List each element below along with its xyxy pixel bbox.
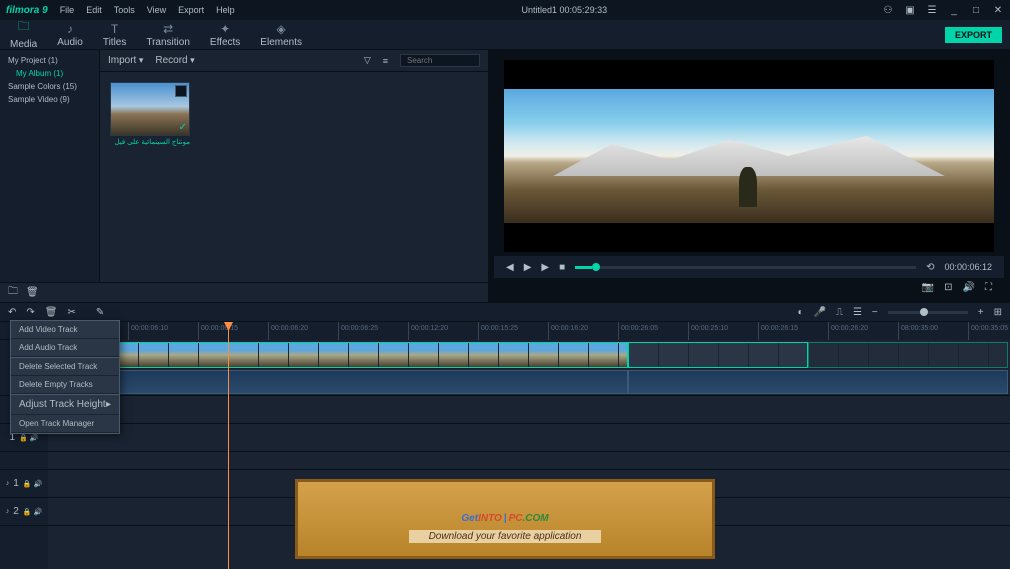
sidebar-item-colors[interactable]: Sample Colors (15)	[4, 80, 95, 93]
audio-track-1[interactable]	[48, 424, 1010, 452]
play-button[interactable]: ▶	[524, 262, 532, 273]
tab-effects[interactable]: ✦Effects	[200, 20, 250, 50]
media-sidebar: My Project (1) My Album (1) Sample Color…	[0, 50, 100, 282]
render-icon[interactable]: ☰	[853, 307, 862, 318]
watermark-overlay: GetINTO|PC.COM Download your favorite ap…	[295, 479, 715, 559]
next-frame-button[interactable]: ▶	[541, 262, 549, 273]
track-header-music1[interactable]: ♪ 1 🔒 🔊	[0, 470, 48, 498]
menu-file[interactable]: File	[60, 5, 75, 15]
import-button[interactable]: Import ▾	[108, 55, 143, 66]
watermark-subtitle: Download your favorite application	[409, 530, 602, 543]
search-input[interactable]	[400, 54, 480, 67]
transition-icon: ⇄	[163, 22, 173, 36]
filter-icon[interactable]: ▽	[364, 55, 371, 66]
menu-help[interactable]: Help	[216, 5, 235, 15]
checkmark-icon: ✓	[179, 122, 187, 133]
ctx-add-video-track[interactable]: Add Video Track	[11, 321, 119, 339]
media-panel: Import ▾ Record ▾ ▽ ≡ ✓ مونتاج السينمائي…	[100, 50, 488, 282]
undo-button[interactable]: ↶	[8, 307, 16, 318]
maximize-icon[interactable]: □	[970, 4, 982, 16]
time-ruler[interactable]: 00:00:03:05 00:00:06:10 00:00:06:15 00:0…	[48, 322, 1010, 340]
stop-button[interactable]: ■	[559, 262, 565, 273]
elements-icon: ◈	[277, 22, 286, 36]
video-clip-1[interactable]	[48, 342, 628, 368]
video-track-2[interactable]	[48, 396, 1010, 424]
zoom-fit-button[interactable]: ⊞	[994, 307, 1002, 318]
audio-wave-2[interactable]	[628, 370, 1008, 394]
tab-titles[interactable]: TTitles	[93, 20, 137, 50]
ctx-delete-empty[interactable]: Delete Empty Tracks	[11, 376, 119, 394]
tab-audio[interactable]: ♪Audio	[47, 20, 93, 50]
preview-scrubber[interactable]	[575, 266, 916, 269]
tab-elements[interactable]: ◈Elements	[250, 20, 312, 50]
zoom-out-button[interactable]: −	[872, 307, 878, 318]
ctx-add-audio-track[interactable]: Add Audio Track	[11, 339, 119, 357]
prev-frame-button[interactable]: ◀	[506, 262, 514, 273]
new-folder-icon[interactable]: 🗀	[8, 284, 18, 301]
playhead[interactable]	[228, 322, 229, 569]
menu-tools[interactable]: Tools	[114, 5, 135, 15]
track-header-spacer	[0, 452, 48, 470]
ctx-delete-selected[interactable]: Delete Selected Track	[11, 358, 119, 376]
record-button[interactable]: Record ▾	[155, 55, 194, 66]
menu-edit[interactable]: Edit	[86, 5, 102, 15]
mic-icon[interactable]: 🎤	[814, 307, 826, 318]
titlebar: filmora 9 File Edit Tools View Export He…	[0, 0, 1010, 20]
video-clip-2[interactable]	[628, 342, 808, 368]
tab-media[interactable]: 🗀Media	[0, 15, 47, 54]
marker-icon[interactable]: ◐	[797, 307, 803, 318]
redo-button[interactable]: ↷	[26, 307, 34, 318]
timeline-toolbar: ↶ ↷ 🗑 ✂ ✎ ◐ 🎤 ⎍ ☰ − + ⊞	[0, 302, 1010, 322]
mixer-icon[interactable]: ⎍	[836, 307, 843, 318]
sidebar-item-video[interactable]: Sample Video (9)	[4, 93, 95, 106]
edit-button[interactable]: ✎	[96, 307, 104, 318]
split-button[interactable]: ✂	[67, 307, 75, 318]
zoom-in-button[interactable]: +	[978, 307, 984, 318]
preview-panel: ◀ ▶ ▶ ■ ⟲ 00:00:06:12 📷 ⊡ 🔊 ⛶	[488, 50, 1010, 302]
minimize-icon[interactable]: _	[948, 4, 960, 16]
music-icon: ♪	[67, 22, 73, 36]
quality-icon[interactable]: ⊡	[944, 282, 952, 293]
menu-view[interactable]: View	[147, 5, 166, 15]
sidebar-item-album[interactable]: My Album (1)	[4, 67, 95, 80]
media-thumbnail[interactable]: ✓	[110, 82, 190, 136]
folder-icon: 🗀	[18, 17, 30, 38]
video-clip-3[interactable]	[808, 342, 1008, 368]
export-button[interactable]: EXPORT	[945, 27, 1002, 43]
sort-icon[interactable]: ≡	[383, 56, 388, 66]
preview-video[interactable]	[504, 60, 994, 252]
volume-icon[interactable]: 🔊	[963, 282, 975, 293]
text-icon: T	[111, 22, 118, 36]
preview-timecode: 00:00:06:12	[944, 262, 992, 272]
delete-button[interactable]: 🗑	[45, 307, 58, 318]
thumbnail-label: مونتاج السينمائية على فيل	[110, 138, 190, 146]
ctx-adjust-height[interactable]: Adjust Track Height▸	[11, 395, 119, 415]
ctx-track-manager[interactable]: Open Track Manager	[11, 415, 119, 433]
loop-icon[interactable]: ⟲	[926, 262, 934, 273]
menu-export[interactable]: Export	[178, 5, 204, 15]
settings-icon[interactable]: ☰	[926, 4, 938, 16]
track-header-music2[interactable]: ♪ 2 🔒 🔊	[0, 498, 48, 526]
track-divider	[48, 452, 1010, 470]
close-icon[interactable]: ✕	[992, 4, 1004, 16]
audio-wave-1[interactable]	[48, 370, 628, 394]
notification-icon[interactable]: ▣	[904, 4, 916, 16]
fullscreen-icon[interactable]: ⛶	[985, 282, 992, 293]
snapshot-icon[interactable]: 📷	[922, 282, 934, 293]
track-context-menu: Add Video Track Add Audio Track Delete S…	[10, 320, 120, 434]
main-tabs: 🗀Media ♪Audio TTitles ⇄Transition ✦Effec…	[0, 20, 1010, 50]
tab-transition[interactable]: ⇄Transition	[136, 20, 200, 50]
app-logo: filmora 9	[6, 5, 48, 16]
sidebar-item-project[interactable]: My Project (1)	[4, 54, 95, 67]
delete-icon[interactable]: 🗑	[26, 287, 39, 298]
user-icon[interactable]: ⚇	[882, 4, 894, 16]
effects-icon: ✦	[220, 22, 230, 36]
document-title: Untitled1 00:05:29:33	[247, 5, 882, 15]
video-track-1[interactable]	[48, 340, 1010, 396]
zoom-slider[interactable]	[888, 311, 968, 314]
